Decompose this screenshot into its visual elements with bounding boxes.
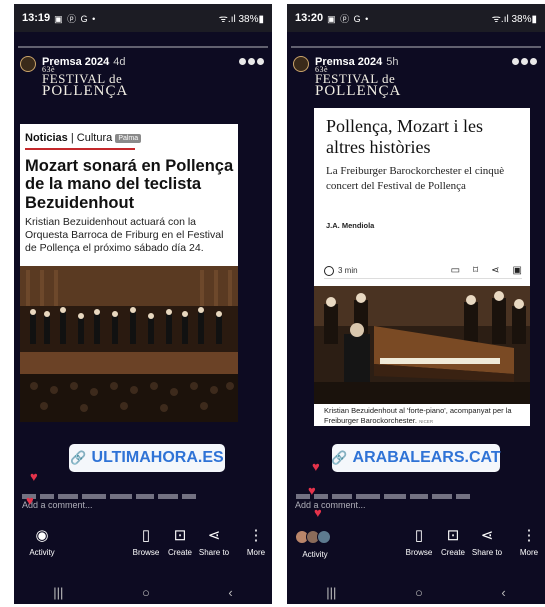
photo-credit: NICER [419,419,434,425]
article-subheadline: La Freiburger Barockorchester el cinquè … [326,165,505,192]
heart-icon: ♥ [308,483,316,498]
back-icon[interactable]: ‹ [501,585,505,600]
status-time: 13:19 [22,12,51,24]
account-avatar[interactable] [20,56,36,72]
header-sponsor-badges [239,56,264,65]
fortepiano-photo [314,286,530,404]
story-header: Premsa 2024 4d 63è FESTIVAL de POLLENÇA [20,54,266,100]
home-icon[interactable]: ○ [415,585,423,600]
badge-icon [512,58,519,65]
account-avatar[interactable] [293,56,309,72]
badge-icon [530,58,537,65]
activity-label: Activity [29,548,55,557]
bookmark-icon[interactable]: ⌑ [473,265,478,276]
link-icon: 🔗 [70,450,87,465]
story-action-bar: Activity ▯ Browse ⊡ Create ⋖ Share to ⋮ … [287,524,545,574]
heart-icon: ♥ [314,505,322,520]
badge-icon [239,58,246,65]
story-action-bar: ◉ Activity ▯ Browse ⊡ Create ⋖ Share to … [14,524,272,574]
link-sticker-text: ARABALEARS.CAT [352,449,501,466]
festival-logo: 63è FESTIVAL de POLLENÇA [42,65,129,99]
festival-logo: 63è FESTIVAL de POLLENÇA [315,65,402,99]
more-button[interactable]: ⋮ More [234,524,278,557]
clock-icon [324,265,334,276]
header-sponsor-badges [512,56,537,65]
photo-caption: Kristian Bezuidenhout al 'forte-piano', … [324,406,524,426]
article-author: J.A. Mendiola [326,221,375,230]
print-icon[interactable]: ▣ [513,265,522,276]
status-battery: ᯤ.ıl 38%▮ [218,14,264,25]
share-label: Share to [471,548,503,557]
status-bar: 13:20 ▣ ⓟ G • ᯤ.ıl 38%▮ [287,4,545,32]
location-tag: Palma [115,133,142,143]
article-card-right[interactable]: Pollença, Mozart i les altres històries … [314,108,530,426]
category-label: Cultura [76,132,113,144]
link-icon: 🔗 [331,450,348,465]
divider [324,278,522,279]
comment-input[interactable]: Add a comment... [295,500,366,510]
article-headline: Pollença, Mozart i les altres històries [326,116,483,157]
orchestra-photo-image [20,266,238,422]
status-time: 13:20 [295,12,324,24]
system-nav-bar: ||| ○ ‹ [287,580,545,604]
article-category-row: Noticias | Cultura Palma [25,132,142,144]
activity-label: Activity [302,550,328,559]
more-button[interactable]: ⋮ More [507,524,545,557]
more-vertical-icon: ⋮ [521,527,537,544]
system-nav-bar: ||| ○ ‹ [14,580,272,604]
back-icon[interactable]: ‹ [228,585,232,600]
recent-apps-icon[interactable]: ||| [53,585,63,600]
badge-icon [521,58,528,65]
comment-icon[interactable]: ▭ [451,265,460,276]
category-underline [25,148,135,150]
home-icon[interactable]: ○ [142,585,150,600]
share-icon: ⋖ [207,527,221,544]
section-label: Noticias [25,132,68,144]
article-subheadline: Kristian Bezuidenhout actuará con la Orq… [25,216,224,255]
link-sticker-text: ULTIMAHORA.ES [91,449,224,466]
badge-icon [257,58,264,65]
festival-logo-line3: POLLENÇA [315,82,402,99]
eye-icon: ◉ [35,527,49,544]
activity-button[interactable]: Activity [293,536,337,559]
link-sticker-ultimahora[interactable]: 🔗 ULTIMAHORA.ES [69,444,225,472]
link-sticker-arabalears[interactable]: 🔗 ARABALEARS.CAT [331,444,501,472]
festival-logo-line3: POLLENÇA [42,82,129,99]
status-battery: ᯤ.ıl 38%▮ [491,14,537,25]
status-notification-icons: ▣ ⓟ G • [54,13,97,24]
story-progress-bar [18,46,268,48]
share-icon: ⋖ [480,527,494,544]
heart-icon: ♥ [30,469,38,484]
fortepiano-photo-image [314,286,530,404]
heart-icon: ♥ [312,459,320,474]
read-time: 3 min [338,266,358,275]
share-icon[interactable]: ⋖ [491,265,499,276]
orchestra-photo [20,266,238,422]
share-button[interactable]: ⋖ Share to [192,524,236,557]
badge-icon [248,58,255,65]
article-headline: Mozart sonará en Pollença de la mano del… [25,157,234,212]
share-button[interactable]: ⋖ Share to [465,524,509,557]
article-meta-row: 3 min ▭ ⌑ ⋖ ▣ [324,265,522,276]
photo-caption-text: Kristian Bezuidenhout al 'forte-piano', … [324,406,512,426]
article-card-left[interactable]: Noticias | Cultura Palma Mozart sonará e… [20,124,238,422]
more-label: More [246,548,266,557]
story-header: Premsa 2024 5h 63è FESTIVAL de POLLENÇA [293,54,539,100]
recent-apps-icon[interactable]: ||| [326,585,336,600]
story-progress-bar [291,46,541,48]
activity-button[interactable]: ◉ Activity [20,524,64,557]
more-vertical-icon: ⋮ [248,527,264,544]
more-label: More [519,548,539,557]
status-notification-icons: ▣ ⓟ G • [327,13,370,24]
status-bar: 13:19 ▣ ⓟ G • ᯤ.ıl 38%▮ [14,4,272,32]
share-label: Share to [198,548,230,557]
heart-icon: ♥ [26,493,34,508]
